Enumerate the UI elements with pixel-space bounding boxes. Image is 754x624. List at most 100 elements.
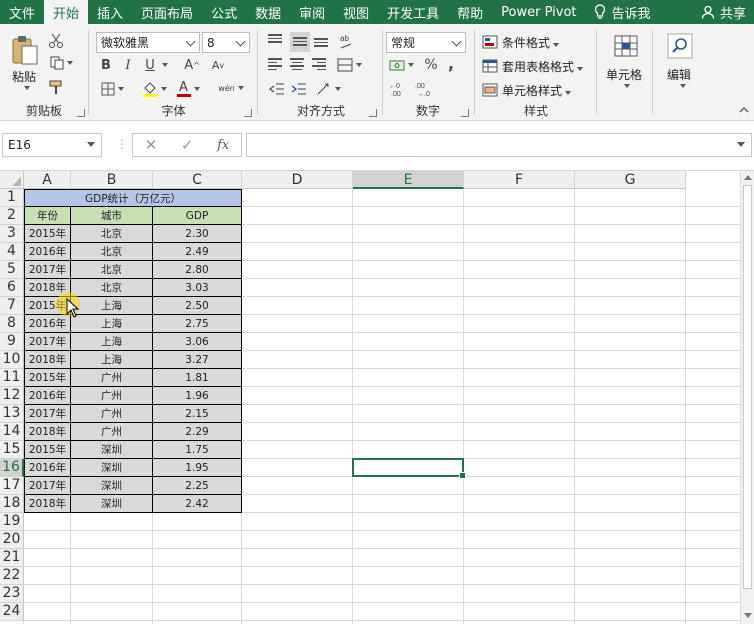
worksheet-grid[interactable]: A B C D E F G 1 2 3 4 5 6 7 8 9 10 11 12 13 14 15 16 17 18 19 20 21… [0,171,740,624]
row-header-22[interactable]: 22 [0,567,24,585]
tab-review[interactable]: 审阅 [290,0,334,24]
data-cell[interactable]: 2.75 [153,315,242,333]
copy-button[interactable] [46,54,76,72]
scroll-up-arrow-icon[interactable] [744,175,752,180]
number-format-select[interactable]: 常规 [386,32,466,53]
data-cell[interactable]: 2015年 [24,441,71,459]
data-cell[interactable]: 2.29 [153,423,242,441]
row-header-6[interactable]: 6 [0,279,24,297]
cells-dropdown[interactable] [620,82,630,90]
tell-me-search[interactable]: 告诉我 [586,0,659,24]
name-box[interactable]: E16 [2,133,102,157]
decrease-decimal-button[interactable]: .00 →.0 [414,80,436,98]
row-header-23[interactable]: 23 [0,585,24,603]
increase-decimal-button[interactable]: ←0.00 [388,80,410,98]
column-header-a[interactable]: A [24,171,71,189]
row-header-3[interactable]: 3 [0,225,24,243]
table-title-cell[interactable]: GDP统计（万亿元） [24,189,242,207]
data-cell[interactable]: 2018年 [24,351,71,369]
column-header-g[interactable]: G [575,171,686,189]
data-cell[interactable]: 北京 [71,279,153,297]
row-header-12[interactable]: 12 [0,387,24,405]
data-cell[interactable]: 1.81 [153,369,242,387]
data-cell[interactable]: 2015年 [24,369,71,387]
accounting-format-button[interactable] [386,56,416,74]
cell-styles-button[interactable]: 单元格样式 [482,80,592,100]
data-cell[interactable]: 2016年 [24,387,71,405]
data-cell[interactable]: 3.06 [153,333,242,351]
data-cell[interactable]: 2.49 [153,243,242,261]
paste-button[interactable] [8,32,42,68]
data-cell[interactable]: 1.95 [153,459,242,477]
data-cell[interactable]: 北京 [71,261,153,279]
font-size-select[interactable]: 8 [202,32,250,53]
tab-home[interactable]: 开始 [44,0,89,24]
row-header-24[interactable]: 24 [0,603,24,621]
row-header-19[interactable]: 19 [0,513,24,531]
editing-dropdown[interactable] [676,82,686,90]
tab-developer[interactable]: 开发工具 [378,0,448,24]
data-cell[interactable]: 2018年 [24,495,71,513]
scroll-thumb[interactable] [743,185,752,589]
data-cell[interactable]: 上海 [71,315,153,333]
font-launcher-icon[interactable] [244,109,252,117]
tab-data[interactable]: 数据 [246,0,290,24]
data-cell[interactable]: 广州 [71,405,153,423]
data-cell[interactable]: 北京 [71,225,153,243]
row-header-11[interactable]: 11 [0,369,24,387]
header-cell[interactable]: 城市 [71,207,153,225]
header-cell[interactable]: GDP [153,207,242,225]
data-cell[interactable]: 深圳 [71,459,153,477]
align-right-button[interactable] [312,56,328,74]
row-header-10[interactable]: 10 [0,351,24,369]
comma-style-button[interactable]: , [444,54,458,73]
align-bottom-button[interactable] [314,36,332,54]
tab-file[interactable]: 文件 [0,0,44,24]
data-cell[interactable]: 深圳 [71,441,153,459]
editing-button[interactable] [666,32,694,60]
data-cell[interactable]: 上海 [71,297,153,315]
tab-insert[interactable]: 插入 [88,0,132,24]
data-cell[interactable]: 2017年 [24,261,71,279]
tab-help[interactable]: 帮助 [448,0,492,24]
data-cell[interactable]: 2017年 [24,405,71,423]
row-header-1[interactable]: 1 [0,189,24,207]
row-header-18[interactable]: 18 [0,495,24,513]
column-header-d[interactable]: D [242,171,353,189]
underline-dropdown[interactable] [156,56,170,74]
cells-button[interactable] [612,32,640,60]
formula-input[interactable] [246,133,752,157]
data-cell[interactable]: 2016年 [24,243,71,261]
scroll-down-arrow-icon[interactable] [744,613,752,618]
row-header-9[interactable]: 9 [0,333,24,351]
align-middle-button[interactable] [290,32,310,52]
paste-dropdown[interactable] [20,84,30,92]
data-cell[interactable]: 2.30 [153,225,242,243]
data-cell[interactable]: 1.96 [153,387,242,405]
align-center-button[interactable] [290,56,306,74]
row-header-21[interactable]: 21 [0,549,24,567]
percent-style-button[interactable]: % [422,56,440,74]
clipboard-launcher-icon[interactable] [77,109,85,117]
row-header-20[interactable]: 20 [0,531,24,549]
tab-power-pivot[interactable]: Power Pivot [492,0,585,24]
row-header-8[interactable]: 8 [0,315,24,333]
header-cell[interactable]: 年份 [24,207,71,225]
text-direction-button[interactable] [314,80,342,98]
row-header-7[interactable]: 7 [0,297,24,315]
vertical-scrollbar[interactable] [740,171,754,624]
column-header-c[interactable]: C [153,171,242,189]
data-cell[interactable]: 2017年 [24,333,71,351]
cancel-icon[interactable]: ✕ [145,136,158,154]
data-cell[interactable]: 北京 [71,243,153,261]
borders-button[interactable] [98,80,126,98]
format-painter-button[interactable] [46,78,66,96]
bold-button[interactable]: B [98,56,114,74]
enter-icon[interactable]: ✓ [181,136,194,154]
data-cell[interactable]: 1.75 [153,441,242,459]
fill-color-button[interactable] [140,80,168,98]
number-launcher-icon[interactable] [461,109,469,117]
phonetic-guide-button[interactable]: wén [216,78,246,98]
data-cell[interactable]: 广州 [71,369,153,387]
shrink-font-button[interactable]: Av [210,56,226,74]
